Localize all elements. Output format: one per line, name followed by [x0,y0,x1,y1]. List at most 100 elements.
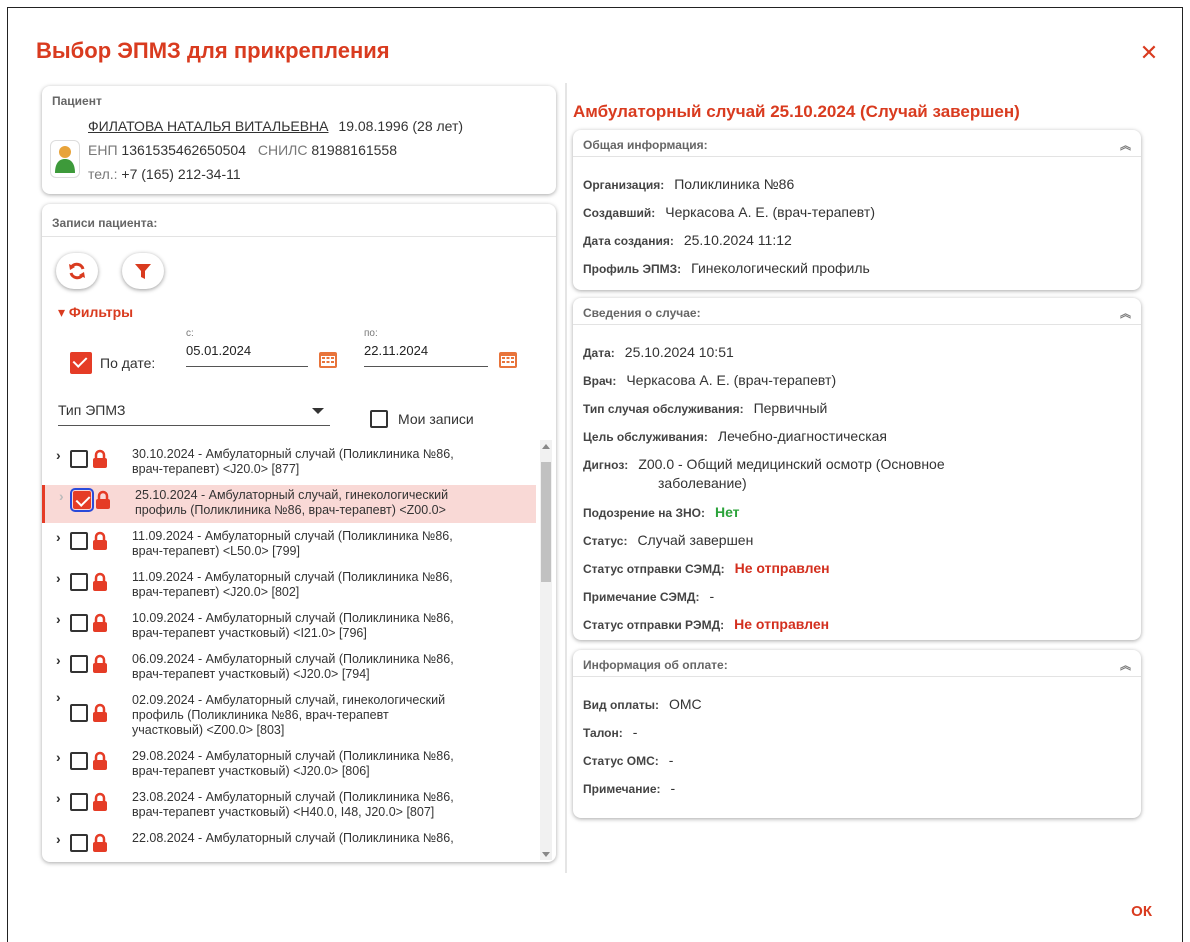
chevron-down-icon [312,408,324,414]
expand-chevron-icon[interactable]: › [56,791,61,806]
record-text: 22.08.2024 - Амбулаторный случай (Поликл… [132,831,532,846]
expand-chevron-icon[interactable]: › [56,530,61,545]
record-row[interactable]: › 25.10.2024 - Амбулаторный случай, гинек… [42,485,536,523]
record-checkbox[interactable] [70,752,88,770]
record-text: 29.08.2024 - Амбулаторный случай (Поликл… [132,749,532,779]
record-line: 10.09.2024 - Амбулаторный случай (Поликл… [132,611,454,625]
filters-toggle[interactable]: ▾ Фильтры [58,304,133,321]
lock-icon [93,449,107,468]
record-line: 06.09.2024 - Амбулаторный случай (Поликл… [132,652,454,666]
date-from-value[interactable]: 05.01.2024 [186,343,306,358]
date-to-field[interactable]: по: 22.11.2024 [364,328,488,367]
date-from-field[interactable]: с: 05.01.2024 [186,328,308,367]
expand-chevron-icon[interactable]: › [56,690,61,705]
patient-avatar-icon [50,140,80,178]
record-row[interactable]: › 06.09.2024 - Амбулаторный случай (Полик… [42,649,536,687]
expand-chevron-icon[interactable]: › [56,448,61,463]
zno-row: Подозрение на ЗНО: Нет [583,504,740,520]
records-scrollbar-thumb[interactable] [541,462,551,582]
date-to-value[interactable]: 22.11.2024 [364,343,488,358]
record-row[interactable]: › 11.09.2024 - Амбулаторный случай (Полик… [42,567,536,605]
record-text: 11.09.2024 - Амбулаторный случай (Поликл… [132,570,532,600]
calendar-to-icon[interactable] [498,349,518,369]
by-date-checkbox[interactable] [70,352,92,374]
expand-chevron-icon[interactable]: › [56,653,61,668]
calendar-from-icon[interactable] [318,349,338,369]
semd-status-value: Не отправлен [734,560,830,576]
status-key: Статус: [583,534,628,548]
record-line: 11.09.2024 - Амбулаторный случай (Поликл… [132,570,453,584]
lock-icon [93,531,107,550]
records-card-header: Записи пациента: [42,204,556,237]
scroll-up-icon[interactable] [542,444,550,449]
record-text: 02.09.2024 - Амбулаторный случай, гинеко… [132,693,532,738]
lock-icon [93,613,107,632]
diagnosis-value-cont: заболевание) [658,475,747,491]
record-checkbox[interactable] [70,655,88,673]
payment-kind-value: ОМС [669,696,702,712]
close-icon[interactable]: ✕ [1138,42,1160,64]
record-checkbox[interactable] [70,450,88,468]
payment-info-card: Информация об оплате: ︽ Вид оплаты: ОМС Т… [573,650,1141,818]
record-line: врач-терапевт участковый) <H40.0, I48, J… [132,805,435,819]
case-title: Амбулаторный случай 25.10.2024 (Случай з… [573,102,1020,121]
record-line: врач-терапевт) <J20.0> [877] [132,462,300,476]
record-row[interactable]: › 30.10.2024 - Амбулаторный случай (Полик… [42,444,536,482]
collapse-icon[interactable]: ︽ [1120,657,1131,673]
record-row[interactable]: › 22.08.2024 - Амбулаторный случай (Полик… [42,828,536,862]
profile-row: Профиль ЭПМЗ: Гинекологический профиль [583,260,870,276]
record-line: врач-терапевт) <L50.0> [799] [132,544,300,558]
collapse-icon[interactable]: ︽ [1120,137,1131,153]
ticket-key: Талон: [583,726,623,740]
lock-icon [96,490,110,509]
expand-chevron-icon[interactable]: › [56,571,61,586]
record-row[interactable]: › 11.09.2024 - Амбулаторный случай (Полик… [42,526,536,564]
org-row: Организация: Поликлиника №86 [583,176,794,192]
general-info-title: Общая информация: [583,138,708,152]
enp-label: ЕНП [88,142,118,158]
general-info-header[interactable]: Общая информация: ︽ [573,130,1141,157]
zno-value: Нет [714,504,740,520]
expand-chevron-icon[interactable]: › [56,750,61,765]
record-line: профиль (Поликлиника №86, врач-терапевт)… [135,503,446,517]
record-checkbox[interactable] [70,614,88,632]
record-checkbox[interactable] [70,704,88,722]
record-checkbox[interactable] [70,793,88,811]
diagnosis-row: Дигноз: Z00.0 - Общий медицинский осмотр … [583,456,945,472]
my-records-label: Мои записи [398,411,474,427]
case-details-header[interactable]: Сведения о случае: ︽ [573,298,1141,325]
record-row[interactable]: › 10.09.2024 - Амбулаторный случай (Полик… [42,608,536,646]
patient-name-link[interactable]: ФИЛАТОВА НАТАЛЬЯ ВИТАЛЬЕВНА [88,118,329,134]
payment-note-key: Примечание: [583,782,661,796]
record-row[interactable]: › 29.08.2024 - Амбулаторный случай (Полик… [42,746,536,784]
service-type-key: Тип случая обслуживания: [583,402,744,416]
ticket-value: - [632,724,638,740]
collapse-icon[interactable]: ︽ [1120,305,1131,321]
creator-value: Черкасова А. Е. (врач-терапевт) [665,204,875,220]
record-line: 22.08.2024 - Амбулаторный случай (Поликл… [132,831,454,845]
expand-chevron-icon[interactable]: › [56,612,61,627]
record-checkbox[interactable] [70,834,88,852]
record-checkbox[interactable] [70,532,88,550]
record-checkbox[interactable] [70,573,88,591]
panel-splitter[interactable] [565,83,567,873]
record-text: 06.09.2024 - Амбулаторный случай (Поликл… [132,652,532,682]
record-checkbox[interactable] [70,488,94,512]
epmz-type-select[interactable]: Тип ЭПМЗ [58,396,330,426]
ok-button[interactable]: ОК [1131,903,1152,920]
scroll-down-icon[interactable] [542,852,550,857]
expand-chevron-icon[interactable]: › [56,832,61,847]
filter-button[interactable] [122,253,164,289]
doctor-key: Врач: [583,374,617,388]
payment-info-header[interactable]: Информация об оплате: ︽ [573,650,1141,677]
snils-value: 81988161558 [311,142,398,158]
record-row[interactable]: › 02.09.2024 - Амбулаторный случай, гинек… [42,690,536,743]
case-details-card: Сведения о случае: ︽ Дата: 25.10.2024 10:… [573,298,1141,640]
refresh-button[interactable] [56,253,98,289]
record-row[interactable]: › 23.08.2024 - Амбулаторный случай (Полик… [42,787,536,825]
diagnosis-key: Дигноз: [583,458,629,472]
expand-chevron-icon[interactable]: › [59,489,64,504]
created-value: 25.10.2024 11:12 [683,232,792,248]
lock-icon [93,792,107,811]
my-records-checkbox[interactable] [370,410,388,428]
